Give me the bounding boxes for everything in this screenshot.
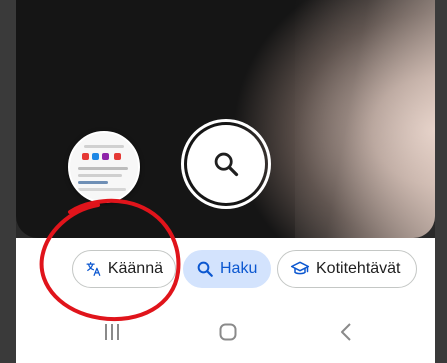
right-frame [435,0,447,363]
back-icon [341,323,351,341]
system-nav-bar [16,310,435,350]
translate-icon [86,262,101,276]
recent-apps-icon [105,324,119,340]
viewfinder-light [295,0,435,238]
thumb-bar [78,167,128,170]
search-mode-chip[interactable]: Haku [183,250,271,288]
search-icon [214,152,239,177]
thumb-bar [78,174,122,177]
recent-apps-button[interactable] [100,320,124,344]
back-button[interactable] [335,320,359,344]
thumb-bar [78,188,126,191]
homework-mode-chip[interactable]: Kotitehtävät [277,250,417,288]
thumb-square [102,153,109,160]
graduation-cap-icon [290,261,310,275]
shutter-inner [187,125,265,203]
thumb-bar [78,181,108,184]
search-label: Haku [220,260,258,277]
search-icon [197,261,213,277]
home-icon [219,323,237,341]
thumb-square [92,153,99,160]
screenshot-thumbnail[interactable] [68,131,140,203]
homework-label: Kotitehtävät [316,260,401,277]
thumb-square [82,153,89,160]
thumb-square [114,153,121,160]
search-shutter-button[interactable] [181,119,271,209]
thumb-bar [84,145,124,148]
translate-mode-chip[interactable]: Käännä [72,250,176,288]
translate-label: Käännä [107,260,163,277]
left-frame [0,0,16,363]
home-button[interactable] [216,320,240,344]
